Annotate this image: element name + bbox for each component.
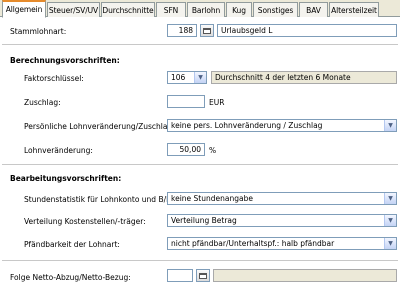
tab-label: Barlohn	[191, 5, 221, 15]
tab-label: Kug	[232, 5, 246, 15]
tab-label: Durchschnitte	[102, 5, 154, 15]
folge-netto-name-field	[213, 269, 397, 282]
lohnveraenderung-label: Lohnveränderung:	[24, 146, 93, 155]
faktorschluessel-label: Faktorschlüssel:	[24, 74, 84, 83]
lookup-icon	[203, 27, 211, 34]
tab-sfn[interactable]: SFN	[156, 2, 186, 17]
tab-steuer-sv-uv[interactable]: Steuer/SV/UV	[47, 2, 100, 17]
tab-label: Steuer/SV/UV	[48, 5, 99, 15]
folge-netto-lookup-button[interactable]	[196, 269, 210, 282]
tab-label: BAV	[306, 5, 321, 15]
chevron-down-icon: ▼	[194, 72, 206, 83]
verteilung-value: Verteilung Betrag	[171, 216, 237, 225]
stundenstatistik-dropdown[interactable]: keine Stundenangabe ▼	[167, 192, 397, 205]
lookup-icon	[199, 272, 207, 279]
zuschlag-unit: EUR	[209, 98, 225, 107]
tab-bar: Allgemein Steuer/SV/UV Durchschnitte SFN…	[0, 0, 400, 18]
stammlohnart-name-field: Urlaubsgeld L	[217, 24, 397, 37]
persoenliche-lohnveraenderung-dropdown[interactable]: keine pers. Lohnveränderung / Zuschlag ▼	[167, 119, 397, 132]
chevron-down-icon: ▼	[384, 215, 396, 226]
divider	[2, 44, 398, 45]
tab-label: Allgemein	[5, 5, 43, 14]
folge-netto-label: Folge Netto-Abzug/Netto-Bezug:	[10, 273, 131, 282]
divider	[2, 164, 398, 165]
pfaendbarkeit-value: nicht pfändbar/Unterhaltspf.: halb pfänd…	[171, 239, 335, 248]
tab-allgemein[interactable]: Allgemein	[2, 0, 46, 18]
tab-bav[interactable]: BAV	[299, 2, 328, 17]
faktorschluessel-value: 106	[171, 73, 186, 82]
folge-netto-number-field[interactable]	[167, 269, 193, 282]
zuschlag-input[interactable]	[167, 95, 205, 108]
tab-label: Altersteilzeit	[331, 5, 377, 15]
zuschlag-label: Zuschlag:	[24, 98, 61, 107]
faktorschluessel-description: Durchschnitt 4 der letzten 6 Monate	[211, 71, 397, 84]
chevron-down-icon: ▼	[384, 120, 396, 131]
tab-sonstiges[interactable]: Sonstiges	[253, 2, 298, 17]
persoenliche-lohnveraenderung-label: Persönliche Lohnveränderung/Zuschlag:	[24, 122, 175, 131]
stammlohnart-lookup-button[interactable]	[200, 24, 214, 37]
lohnveraenderung-input[interactable]: 50,00	[167, 143, 205, 156]
stundenstatistik-label: Stundenstatistik für Lohnkonto und B/N:	[24, 195, 175, 204]
pfaendbarkeit-dropdown[interactable]: nicht pfändbar/Unterhaltspf.: halb pfänd…	[167, 237, 397, 250]
lohnveraenderung-unit: %	[209, 146, 217, 155]
tab-durchschnitte[interactable]: Durchschnitte	[101, 2, 155, 17]
tab-label: SFN	[163, 5, 179, 15]
tab-label: Sonstiges	[257, 5, 294, 15]
section-title-bearbeitung: Bearbeitungsvorschriften:	[10, 174, 122, 183]
stundenstatistik-value: keine Stundenangabe	[171, 194, 253, 203]
chevron-down-icon: ▼	[384, 193, 396, 204]
verteilung-label: Verteilung Kostenstellen/-träger:	[24, 217, 146, 226]
persoenliche-lohnveraenderung-value: keine pers. Lohnveränderung / Zuschlag	[171, 121, 323, 130]
pfaendbarkeit-label: Pfändbarkeit der Lohnart:	[24, 240, 120, 249]
faktorschluessel-dropdown[interactable]: 106 ▼	[167, 71, 207, 84]
chevron-down-icon: ▼	[384, 238, 396, 249]
tab-barlohn[interactable]: Barlohn	[187, 2, 225, 17]
section-title-berechnung: Berechnungsvorschriften:	[10, 56, 120, 65]
stammlohnart-number-field[interactable]: 188	[167, 24, 197, 37]
tab-kug[interactable]: Kug	[226, 2, 252, 17]
stammlohnart-label: Stammlohnart:	[10, 27, 67, 36]
tab-altersteilzeit[interactable]: Altersteilzeit	[329, 2, 379, 17]
divider	[2, 260, 398, 261]
verteilung-dropdown[interactable]: Verteilung Betrag ▼	[167, 214, 397, 227]
